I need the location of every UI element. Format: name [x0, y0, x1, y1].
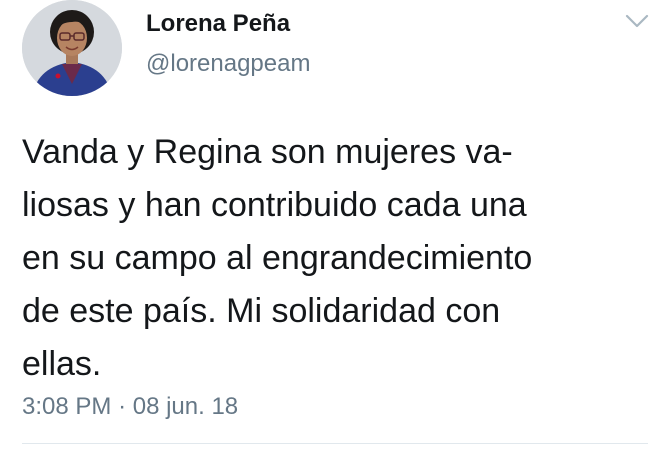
author-display-name[interactable]: Lorena Peña — [146, 10, 290, 38]
tweet-card: Lorena Peña @lorenagpeam Vanda y Regina … — [0, 0, 670, 470]
tweet-menu-button[interactable] — [624, 12, 650, 30]
divider — [22, 443, 648, 444]
tweet-text-line: de este país. Mi solidaridad con — [22, 292, 501, 330]
tweet-text-line: Vanda y Regina son mujeres va- — [22, 133, 513, 171]
tweet-text: Vanda y Regina son mujeres va- liosas y … — [22, 126, 652, 391]
tweet-date: 08 jun. 18 — [132, 393, 239, 420]
tweet-text-line: en su campo al engrandecimiento — [22, 239, 533, 277]
chevron-down-icon — [625, 14, 649, 28]
tweet-timestamp[interactable]: 3:08 PM · 08 jun. 18 — [22, 393, 238, 421]
timestamp-separator: · — [118, 393, 127, 420]
avatar[interactable] — [22, 0, 122, 96]
profile-photo-icon — [22, 0, 122, 96]
tweet-text-line: ellas. — [22, 345, 102, 383]
author-handle[interactable]: @lorenagpeam — [146, 50, 310, 78]
tweet-text-line: liosas y han contribuido cada una — [22, 186, 527, 224]
tweet-time: 3:08 PM — [22, 393, 112, 420]
